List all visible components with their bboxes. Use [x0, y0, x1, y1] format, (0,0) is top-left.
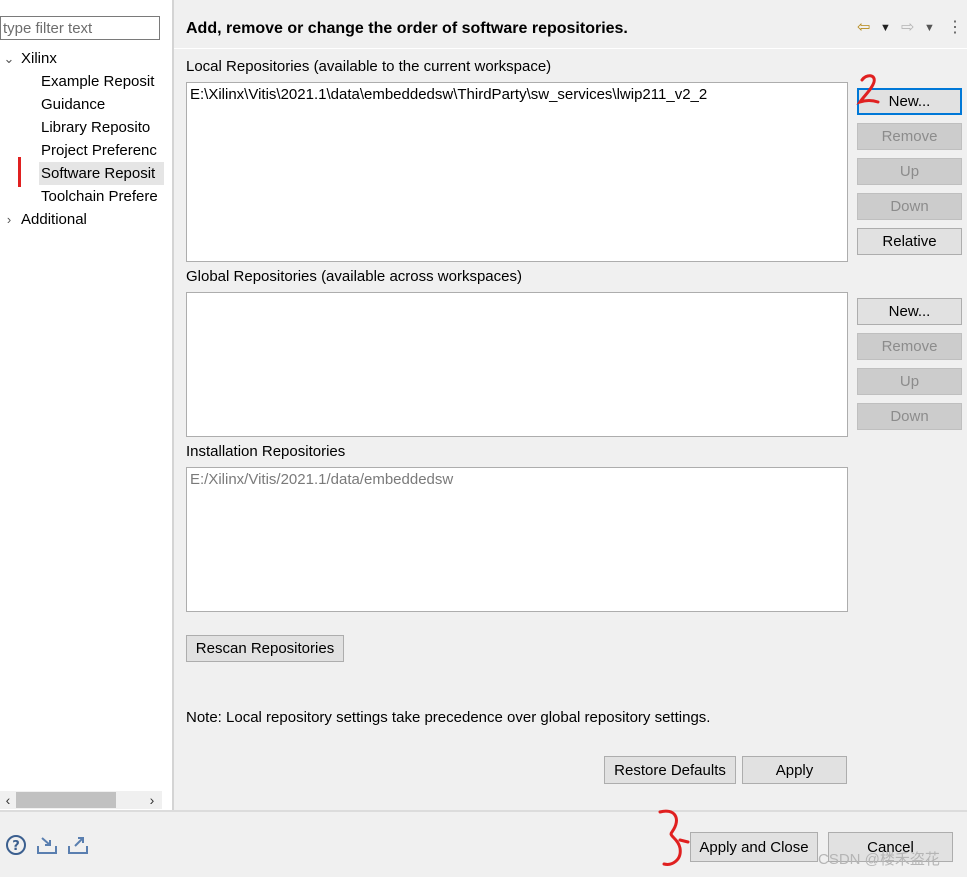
export-icon[interactable] [67, 834, 89, 856]
watermark: CSDN @楼禾盗花 [818, 851, 940, 868]
tree-item-example-repositories[interactable]: Example Reposit [0, 70, 164, 93]
local-remove-button[interactable]: Remove [857, 123, 962, 150]
list-item: E:/Xilinx/Vitis/2021.1/data/embeddedsw [190, 471, 454, 488]
tree-item-xilinx[interactable]: ⌄ Xilinx [0, 47, 170, 70]
global-repositories-list[interactable] [186, 292, 848, 437]
global-remove-button[interactable]: Remove [857, 333, 962, 360]
page-title: Add, remove or change the order of softw… [186, 20, 628, 37]
installation-repositories-list[interactable]: E:/Xilinx/Vitis/2021.1/data/embeddedsw [186, 467, 848, 612]
svg-text:?: ? [12, 839, 20, 854]
dialog-footer: ? Apply and Close Cancel CSDN @楼禾盗花 [0, 812, 967, 877]
page-header-toolbar: ⇦ ▼ ⇨ ▼ ⋮ [857, 16, 967, 40]
global-down-button[interactable]: Down [857, 403, 962, 430]
scrollbar-thumb[interactable] [16, 792, 116, 808]
local-repositories-list[interactable]: E:\Xilinx\Vitis\2021.1\data\embeddedsw\T… [186, 82, 848, 262]
local-relative-button[interactable]: Relative [857, 228, 962, 255]
view-menu-icon[interactable]: ⋮ [947, 16, 963, 40]
tree-item-project-preferences[interactable]: Project Preferenc [0, 139, 164, 162]
precedence-note: Note: Local repository settings take pre… [186, 709, 711, 726]
installation-repositories-label: Installation Repositories [186, 443, 346, 460]
local-down-button[interactable]: Down [857, 193, 962, 220]
dropdown-icon[interactable]: ▼ [924, 16, 935, 40]
tree-item-toolchain-preferences[interactable]: Toolchain Prefere [0, 185, 164, 208]
help-icon[interactable]: ? [5, 834, 27, 856]
preference-page: Add, remove or change the order of softw… [174, 0, 967, 810]
back-arrow-icon[interactable]: ⇦ [857, 16, 870, 40]
global-repositories-label: Global Repositories (available across wo… [186, 268, 522, 285]
scroll-left-icon[interactable]: ‹ [0, 791, 16, 809]
restore-defaults-button[interactable]: Restore Defaults [604, 756, 736, 784]
apply-button[interactable]: Apply [742, 756, 847, 784]
scroll-right-icon[interactable]: › [144, 791, 160, 809]
local-repositories-label: Local Repositories (available to the cur… [186, 58, 552, 75]
chevron-down-icon[interactable]: ⌄ [3, 47, 15, 70]
local-up-button[interactable]: Up [857, 158, 962, 185]
forward-arrow-icon[interactable]: ⇨ [901, 16, 914, 40]
local-new-button[interactable]: New... [857, 88, 962, 115]
filter-input[interactable] [0, 16, 160, 40]
global-new-button[interactable]: New... [857, 298, 962, 325]
preferences-tree-pane: ⌄ Xilinx Example Reposit Guidance Librar… [0, 0, 172, 812]
rescan-repositories-button[interactable]: Rescan Repositories [186, 635, 344, 662]
global-up-button[interactable]: Up [857, 368, 962, 395]
annotation-marker [18, 157, 21, 187]
tree-item-guidance[interactable]: Guidance [0, 93, 164, 116]
dropdown-icon[interactable]: ▼ [880, 16, 891, 40]
title-separator [174, 48, 967, 49]
tree-item-additional[interactable]: › Additional [0, 208, 164, 231]
chevron-right-icon[interactable]: › [3, 208, 15, 231]
horizontal-scrollbar[interactable]: ‹ › [0, 791, 162, 809]
list-item[interactable]: E:\Xilinx\Vitis\2021.1\data\embeddedsw\T… [190, 86, 707, 103]
import-icon[interactable] [36, 834, 58, 856]
apply-and-close-button[interactable]: Apply and Close [690, 832, 818, 862]
tree-item-library-repositories[interactable]: Library Reposito [0, 116, 164, 139]
tree-item-software-repositories[interactable]: Software Reposit [0, 162, 164, 185]
